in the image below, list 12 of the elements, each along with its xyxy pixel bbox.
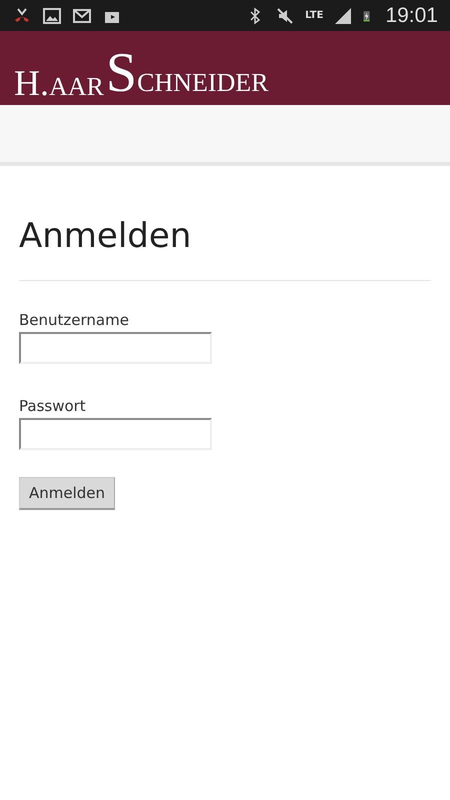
signal-icon <box>333 6 354 26</box>
field-label: Benutzername <box>19 311 130 329</box>
network-type: LTE <box>305 10 324 21</box>
muted-sound-icon <box>275 6 296 26</box>
image-icon <box>42 6 62 26</box>
clock-time: 19:01 <box>385 4 438 28</box>
input-field[interactable] <box>19 332 212 364</box>
input-field[interactable] <box>19 418 212 450</box>
page-title: Anmelden <box>19 216 192 256</box>
login-button[interactable]: Anmelden <box>19 477 116 510</box>
logo: H.AARSCHNEIDER <box>14 45 268 101</box>
field-label: Passwort <box>19 397 87 415</box>
